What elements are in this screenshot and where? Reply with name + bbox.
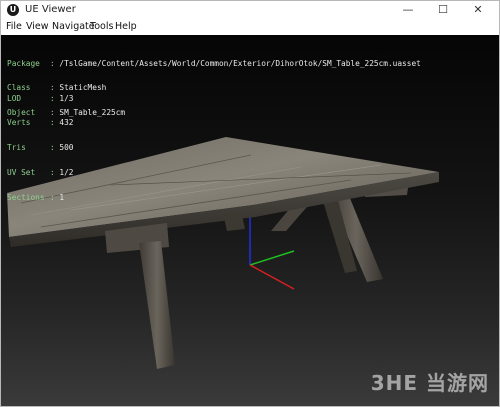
sections-value: 1 <box>59 193 65 203</box>
ue-viewer-app-icon: U <box>7 4 19 16</box>
watermark-logo: 3HE 当游网 <box>370 371 489 395</box>
menu-bar: File View Navigate Tools Help <box>1 19 499 35</box>
minimize-button[interactable]: — <box>394 1 422 19</box>
mesh-stats-panel: LOD: 1/3 Verts: 432 Tris: 500 UV Set: 1/… <box>7 93 74 203</box>
tris-value: 500 <box>59 143 74 153</box>
front-legs <box>105 211 245 369</box>
menu-file[interactable]: File <box>6 21 22 32</box>
package-label: Package <box>7 58 40 68</box>
menu-help[interactable]: Help <box>115 21 137 32</box>
tris-label: Tris <box>7 143 26 153</box>
menu-tools[interactable]: Tools <box>90 21 113 32</box>
lod-label: LOD <box>7 93 22 103</box>
menu-navigate[interactable]: Navigate <box>52 21 95 32</box>
app-window: U UE Viewer — ☐ ✕ File View Navigate Too… <box>0 0 500 407</box>
verts-value: 432 <box>59 118 74 128</box>
lod-value: 1/3 <box>59 93 74 103</box>
3d-viewport[interactable]: Package: /TslGame/Content/Assets/World/C… <box>1 35 499 406</box>
package-value: /TslGame/Content/Assets/World/Common/Ext… <box>59 58 421 68</box>
uvset-value: 1/2 <box>59 168 74 178</box>
close-button[interactable]: ✕ <box>464 1 492 19</box>
maximize-button[interactable]: ☐ <box>429 1 457 19</box>
uvset-label: UV Set <box>7 168 36 178</box>
window-title: UE Viewer <box>25 4 76 15</box>
menu-view[interactable]: View <box>26 21 49 32</box>
sections-label: Sections <box>7 193 45 203</box>
title-bar[interactable]: U UE Viewer — ☐ ✕ <box>1 1 499 19</box>
verts-label: Verts <box>7 118 31 128</box>
